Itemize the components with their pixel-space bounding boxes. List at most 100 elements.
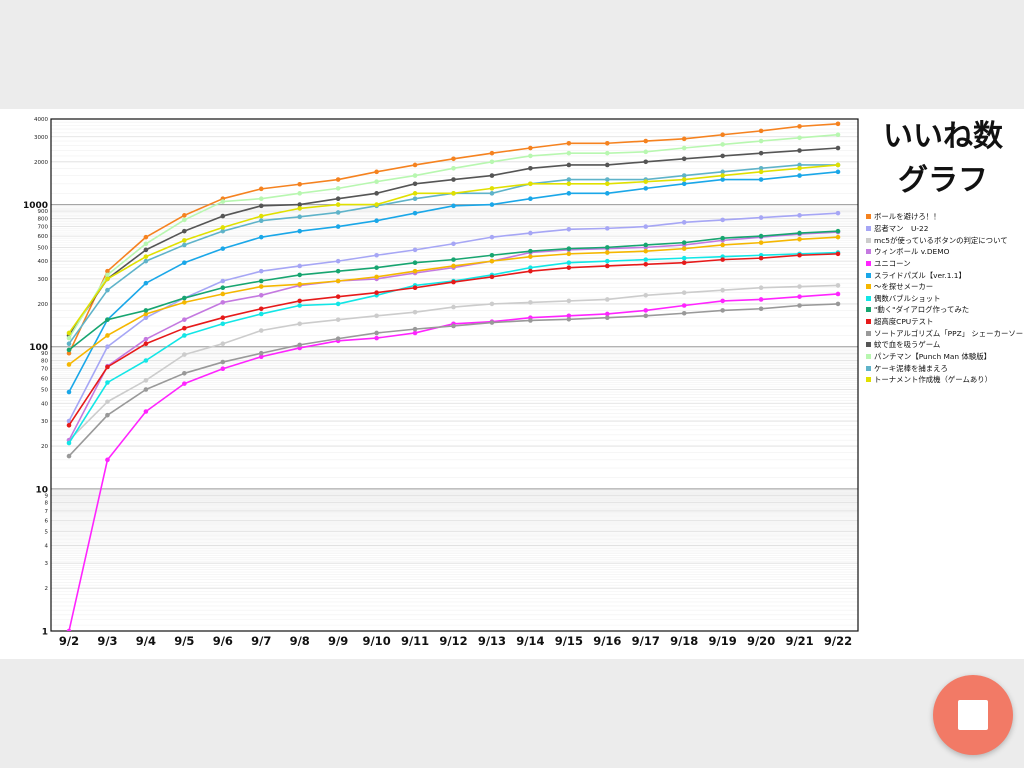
data-point: [66, 347, 72, 353]
data-point: [220, 300, 226, 305]
data-point: [797, 284, 802, 289]
data-point: [105, 399, 110, 405]
data-point: [605, 181, 610, 187]
legend-swatch: [866, 272, 871, 278]
data-point: [643, 242, 649, 248]
x-tick-label: 9/5: [174, 634, 194, 648]
data-point: [566, 181, 572, 187]
data-point: [835, 162, 841, 168]
data-point: [528, 230, 533, 236]
legend-label: ケーキ泥棒を捕まえろ: [874, 363, 948, 373]
data-point: [451, 241, 456, 247]
data-point: [758, 138, 764, 144]
data-point: [374, 252, 379, 258]
legend-label: ウィンボール v.DEMO: [874, 247, 950, 257]
data-point: [643, 224, 649, 229]
legend-swatch: [866, 330, 871, 336]
data-point: [451, 177, 456, 182]
data-point: [182, 213, 187, 218]
data-point: [335, 177, 341, 182]
data-point: [258, 278, 264, 284]
data-point: [643, 179, 649, 184]
legend-label: 〜を探せメーカー: [874, 282, 934, 292]
data-point: [143, 234, 149, 240]
y-tick-label: 4: [45, 543, 49, 549]
data-point: [758, 215, 764, 220]
data-point: [105, 317, 110, 322]
data-point: [643, 313, 649, 319]
data-point: [182, 317, 187, 322]
data-point: [797, 230, 802, 236]
page-title: いいね数 グラフ: [868, 115, 1018, 203]
data-point: [297, 191, 303, 196]
x-tick-label: 9/19: [709, 634, 737, 648]
data-point: [605, 297, 610, 302]
y-tick-label: 300: [38, 277, 49, 283]
data-point: [220, 278, 226, 284]
x-tick-label: 9/9: [328, 634, 348, 648]
data-point: [797, 135, 802, 141]
data-point: [143, 247, 149, 253]
data-point: [374, 218, 379, 224]
data-point: [835, 169, 841, 175]
data-point: [412, 247, 418, 253]
data-point: [143, 254, 149, 259]
data-point: [835, 291, 841, 297]
x-tick-label: 9/3: [97, 634, 117, 648]
data-point: [605, 191, 610, 196]
stop-button[interactable]: [933, 675, 1013, 755]
data-point: [605, 162, 610, 168]
data-point: [220, 225, 226, 230]
legend-label: ユニコーン: [874, 258, 911, 268]
data-point: [335, 210, 341, 215]
legend-label: トーナメント作成機（ゲームあり）: [874, 375, 993, 385]
legend-swatch: [866, 237, 871, 243]
data-point: [297, 263, 303, 269]
data-point: [451, 263, 456, 269]
data-point: [489, 173, 495, 178]
legend-swatch: [866, 214, 871, 220]
legend-item: ケーキ泥棒を捕まえろ: [866, 362, 1024, 374]
data-point: [297, 214, 303, 220]
data-point: [566, 298, 572, 304]
data-point: [66, 453, 72, 459]
y-tick-label: 2: [45, 586, 49, 592]
data-point: [335, 301, 341, 307]
data-point: [143, 241, 149, 247]
data-point: [528, 145, 533, 151]
x-tick-label: 9/16: [593, 634, 621, 648]
data-point: [105, 276, 110, 282]
data-point: [605, 258, 610, 264]
legend-item: 偶数バブルショット: [866, 292, 1024, 304]
data-point: [182, 260, 187, 266]
legend-swatch: [866, 342, 871, 348]
data-point: [797, 252, 802, 258]
legend-item: 忍者マン U-22: [866, 223, 1024, 235]
legend-swatch: [866, 249, 871, 255]
data-point: [143, 280, 149, 286]
data-point: [66, 389, 72, 395]
y-tick-label: 3: [45, 561, 49, 567]
data-point: [143, 387, 149, 392]
legend-label: "動く"ダイアログ作ってみた: [874, 305, 970, 315]
data-point: [258, 203, 264, 209]
data-point: [220, 285, 226, 291]
data-point: [489, 274, 495, 280]
data-point: [758, 169, 764, 175]
data-point: [528, 196, 533, 201]
title-line-1: いいね数: [883, 119, 1003, 154]
data-point: [720, 173, 725, 178]
data-point: [758, 233, 764, 239]
data-point: [797, 303, 802, 308]
legend-item: ボールを避けろ！！: [866, 211, 1024, 223]
data-point: [643, 138, 649, 144]
data-point: [797, 165, 802, 171]
data-point: [758, 285, 764, 291]
x-tick-label: 9/13: [478, 634, 506, 648]
data-point: [835, 210, 841, 216]
data-point: [643, 248, 649, 254]
data-point: [412, 260, 418, 266]
data-point: [258, 196, 264, 201]
data-point: [489, 301, 495, 307]
data-point: [143, 358, 149, 363]
